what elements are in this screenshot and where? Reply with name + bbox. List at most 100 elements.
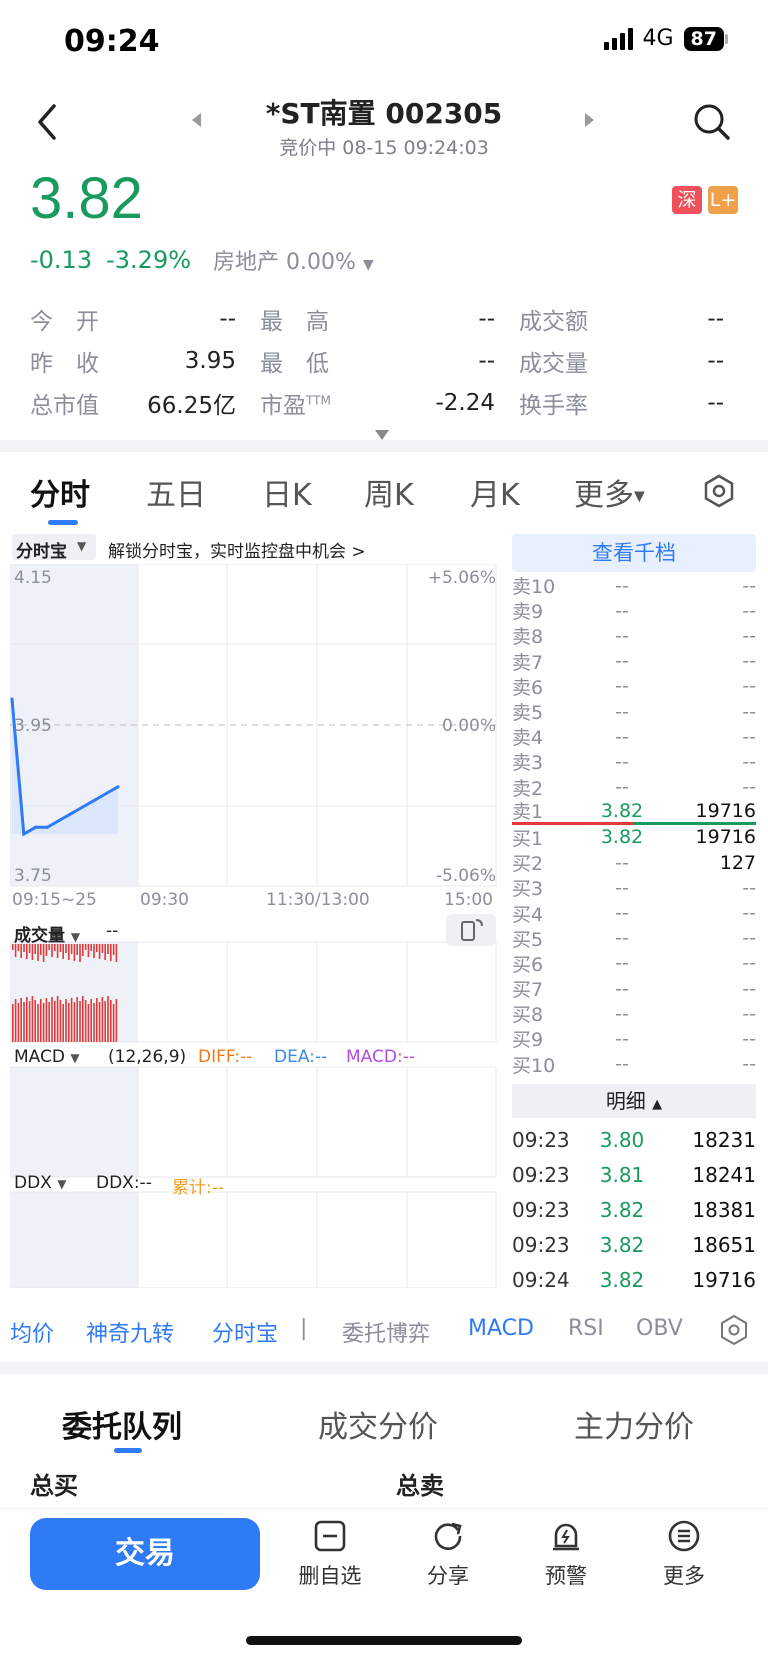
promo-link[interactable]: 解锁分时宝，实时监控盘中机会 > (108, 537, 366, 562)
tab-daily-k[interactable]: 日K (262, 470, 312, 514)
volume-bar (59, 1000, 62, 1042)
y-tick-low: 3.75 (14, 866, 52, 886)
tab-weekly-k[interactable]: 周K (364, 470, 414, 514)
active-tab-indicator (48, 520, 78, 525)
volume-bar (112, 944, 115, 955)
detail-toggle[interactable]: 明细 ▲ (512, 1084, 756, 1118)
selector-label: 分时宝 (16, 542, 67, 562)
price-point (10, 697, 14, 701)
price-point (116, 785, 120, 789)
nav-label: 删自选 (298, 1564, 362, 1588)
ask-row: 卖10 -- -- (512, 573, 756, 599)
level-label: 卖9 (512, 601, 544, 624)
price-change-pct: -3.29% (106, 246, 192, 274)
sector-label: 房地产 0.00% (213, 250, 356, 275)
tab-order-queue[interactable]: 委托队列 (62, 1402, 182, 1446)
view-depth-button[interactable]: 查看千档 (512, 534, 756, 572)
stat-value: -- (219, 306, 236, 332)
trade-price: 3.82 (599, 1197, 645, 1222)
remove-watchlist-button[interactable]: 删自选 (290, 1518, 370, 1590)
stat-label: 总市值 (30, 393, 99, 419)
indicator-order-game[interactable]: 委托博弈 (342, 1316, 430, 1348)
chart-settings-button[interactable] (702, 474, 736, 516)
next-stock-button[interactable] (584, 112, 594, 131)
level-price: -- (615, 851, 629, 874)
battery-icon: 87 (683, 26, 724, 51)
search-button[interactable] (690, 100, 734, 148)
volume-bar (107, 996, 109, 1042)
ddx-selector[interactable]: DDX ▼ (14, 1173, 66, 1193)
nav-label: 分享 (427, 1564, 469, 1588)
caret-down-icon (375, 430, 389, 440)
volume-bar (104, 944, 106, 960)
y-pct-mid: 0.00% (441, 716, 496, 736)
trade-button[interactable]: 交易 (30, 1518, 260, 1590)
level-label: 卖10 (512, 576, 556, 599)
minus-square-icon (314, 1520, 346, 1552)
sector-link[interactable]: 房地产 0.00% ▼ (213, 244, 374, 276)
exchange-badge: 深 (672, 186, 702, 214)
price-point (81, 805, 85, 809)
macd-label: MACD (14, 1047, 65, 1067)
trade-time: 09:23 (512, 1162, 570, 1187)
caret-down-icon: ▼ (77, 539, 87, 553)
level-price: -- (615, 1053, 629, 1076)
stat-label: 成交额 (519, 309, 588, 335)
share-button[interactable]: 分享 (408, 1518, 488, 1590)
volume-selector[interactable]: 成交量 ▼ (14, 921, 80, 946)
trade-price: 3.82 (599, 1232, 645, 1257)
volume-bar (42, 1003, 45, 1042)
tab-more[interactable]: 更多▼ (574, 470, 645, 514)
indicator-rsi[interactable]: RSI (568, 1316, 604, 1341)
macd-value: MACD:-- (346, 1047, 415, 1067)
pe-label: 市盈 (260, 393, 306, 419)
more-label: 更多 (574, 478, 634, 513)
x-tick: 09:15~25 (12, 890, 97, 910)
trade-time: 09:23 (512, 1197, 570, 1222)
level-volume: -- (742, 650, 756, 673)
indicator-obv[interactable]: OBV (636, 1316, 683, 1341)
volume-bar (107, 944, 109, 954)
level-price: -- (615, 977, 629, 1000)
volume-bar (31, 996, 34, 1042)
order-book: 卖10 -- -- 卖9 -- -- 卖8 -- -- 卖7 -- -- 卖6 -- -- 卖5 -- -- 卖4-… (512, 573, 756, 1077)
tab-monthly-k[interactable]: 月K (470, 470, 520, 514)
tab-trade-price[interactable]: 成交分价 (318, 1402, 438, 1446)
volume-bar (76, 997, 78, 1042)
indicator-settings-button[interactable] (718, 1314, 750, 1350)
alert-button[interactable]: 预警 (526, 1518, 606, 1590)
level-volume: -- (742, 750, 756, 773)
tab-intraday[interactable]: 分时 (30, 470, 90, 514)
rotate-landscape-button[interactable] (446, 914, 496, 946)
tab-main-price[interactable]: 主力分价 (574, 1402, 694, 1446)
more-button[interactable]: 更多 (644, 1518, 724, 1590)
caret-down-icon: ▼ (362, 257, 374, 273)
chart-selector[interactable]: 分时宝 ▼ (12, 534, 96, 562)
level-price: -- (615, 927, 629, 950)
auction-region (10, 1067, 138, 1177)
indicator-fenshibao[interactable]: 分时宝 (212, 1316, 278, 1348)
volume-bar (96, 944, 98, 952)
volume-bar (82, 996, 84, 1042)
volume-bar (68, 1003, 70, 1042)
indicator-magic-nine[interactable]: 神奇九转 (86, 1316, 174, 1348)
battery-tip (725, 33, 728, 44)
volume-bar (110, 944, 112, 961)
tab-five-day[interactable]: 五日 (146, 470, 206, 514)
more-menu-icon (668, 1520, 700, 1552)
indicator-macd[interactable]: MACD (468, 1316, 534, 1341)
indicator-avg[interactable]: 均价 (10, 1316, 54, 1348)
trade-time: 09:24 (512, 1267, 570, 1292)
volume-bar (87, 944, 90, 957)
level-label: 买9 (512, 1029, 544, 1052)
volume-bar (84, 944, 87, 950)
volume-bar (28, 1001, 31, 1042)
trade-vol: 19716 (692, 1267, 756, 1292)
stat-label: 最 低 (260, 351, 329, 377)
macd-selector[interactable]: MACD ▼ (14, 1047, 80, 1067)
ask-row: 卖3 -- -- (512, 749, 756, 775)
y-pct-low: -5.06% (435, 866, 496, 886)
trade-row: 09:24 3.82 19716 (512, 1262, 756, 1297)
bid-row: 买4 -- -- (512, 900, 756, 926)
volume-bar (51, 997, 53, 1042)
